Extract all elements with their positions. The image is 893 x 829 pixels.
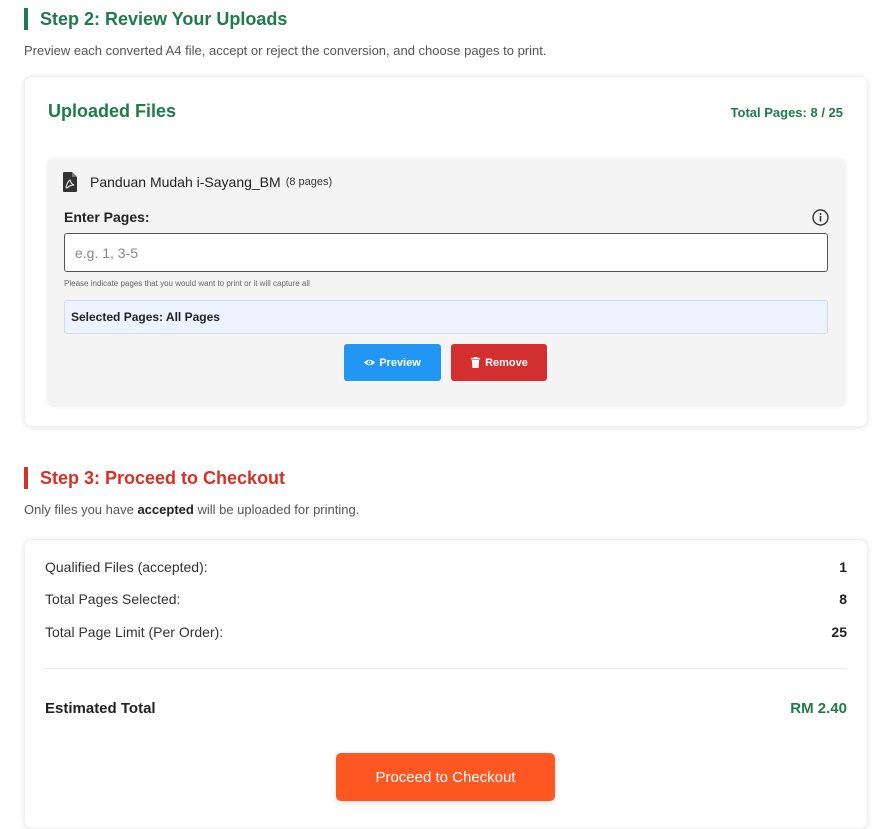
- file-item: Panduan Mudah i-Sayang_BM (8 pages) Ente…: [48, 158, 845, 405]
- file-page-count: (8 pages): [285, 176, 333, 188]
- info-icon[interactable]: [812, 209, 829, 226]
- remove-button[interactable]: Remove: [451, 344, 547, 381]
- step2-description: Preview each converted A4 file, accept o…: [24, 43, 547, 58]
- preview-button-label: Preview: [379, 356, 421, 369]
- step2-title: Step 2: Review Your Uploads: [24, 8, 287, 30]
- summary-label: Qualified Files (accepted):: [45, 559, 208, 575]
- selected-pages-display: Selected Pages: All Pages: [64, 300, 828, 334]
- total-pages-counter: Total Pages: 8 / 25: [730, 105, 843, 120]
- file-name: Panduan Mudah i-Sayang_BM: [90, 174, 281, 190]
- estimated-total-value: RM 2.40: [790, 700, 847, 717]
- step3-title: Step 3: Proceed to Checkout: [24, 467, 285, 489]
- step3-description: Only files you have accepted will be upl…: [24, 502, 359, 517]
- summary-row-page-limit: Total Page Limit (Per Order): 25: [45, 624, 847, 640]
- summary-label: Total Page Limit (Per Order):: [45, 624, 224, 640]
- estimated-total-row: Estimated Total RM 2.40: [45, 700, 847, 717]
- file-header: Panduan Mudah i-Sayang_BM (8 pages): [63, 172, 332, 192]
- proceed-to-checkout-button[interactable]: Proceed to Checkout: [336, 753, 555, 801]
- step3-desc-bold: accepted: [137, 502, 194, 517]
- summary-label: Total Pages Selected:: [45, 591, 181, 607]
- enter-pages-label: Enter Pages:: [64, 209, 150, 225]
- trash-icon: [471, 357, 481, 368]
- summary-row-total-pages: Total Pages Selected: 8: [45, 591, 847, 607]
- estimated-total-label: Estimated Total: [45, 700, 156, 717]
- step3-desc-text-end: will be uploaded for printing.: [193, 502, 360, 517]
- summary-value: 1: [839, 559, 847, 575]
- uploaded-files-title: Uploaded Files: [48, 101, 177, 121]
- pages-hint: Please indicate pages that you would wan…: [64, 279, 310, 288]
- remove-button-label: Remove: [485, 356, 528, 369]
- summary-row-qualified-files: Qualified Files (accepted): 1: [45, 559, 847, 575]
- pdf-file-icon: [63, 172, 77, 192]
- summary-value: 8: [839, 591, 847, 607]
- pages-input[interactable]: [64, 233, 828, 272]
- summary-divider: [45, 668, 847, 669]
- preview-button[interactable]: Preview: [344, 344, 441, 381]
- summary-value: 25: [831, 624, 847, 640]
- eye-icon: [364, 359, 376, 366]
- uploaded-files-card: Uploaded Files Total Pages: 8 / 25 Pandu…: [24, 76, 868, 427]
- checkout-summary-card: Qualified Files (accepted): 1 Total Page…: [24, 539, 868, 829]
- step3-desc-text: Only files you have: [24, 502, 138, 517]
